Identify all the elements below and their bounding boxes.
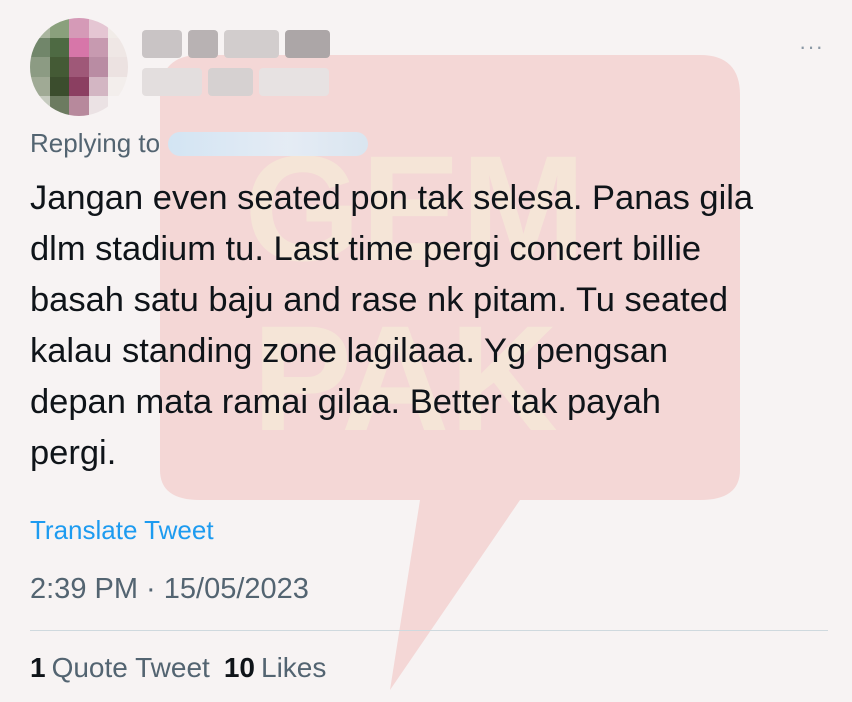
avatar[interactable] — [30, 18, 128, 116]
divider — [30, 630, 828, 631]
more-options-button[interactable]: ··· — [799, 36, 824, 58]
author-name-redacted — [142, 30, 336, 106]
translate-tweet-link[interactable]: Translate Tweet — [30, 515, 214, 546]
tweet-text: Jangan even seated pon tak selesa. Panas… — [30, 179, 754, 472]
replying-to-label: Replying to — [30, 128, 161, 158]
quote-label: Quote Tweet — [51, 652, 210, 683]
like-count: 10 — [223, 652, 255, 683]
more-horizontal-icon: ··· — [799, 34, 824, 59]
quote-tweets-stat[interactable]: 1 Quote Tweet — [30, 652, 210, 684]
likes-stat[interactable]: 10 Likes — [224, 652, 327, 684]
tweet-timestamp[interactable]: 2:39 PM · 15/05/2023 — [30, 573, 309, 606]
reply-handle-redacted[interactable] — [168, 131, 369, 156]
like-label: Likes — [261, 652, 327, 683]
quote-count: 1 — [30, 652, 46, 683]
replying-to: Replying to — [30, 128, 369, 159]
tweet-stats: 1 Quote Tweet 10 Likes — [30, 652, 326, 684]
